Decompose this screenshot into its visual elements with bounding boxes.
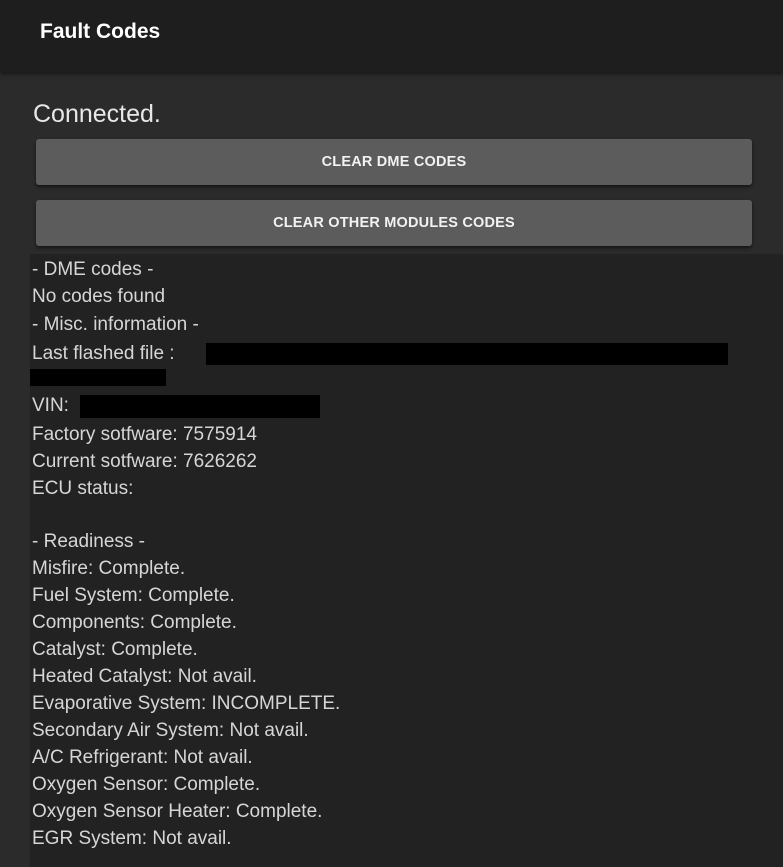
clear-dme-codes-button[interactable]: CLEAR DME CODES xyxy=(36,139,752,185)
no-codes-text: No codes found xyxy=(32,286,166,307)
readiness-item: Catalyst: Complete. xyxy=(32,639,198,660)
readiness-item: A/C Refrigerant: Not avail. xyxy=(32,747,253,768)
readiness-item: Components: Complete. xyxy=(32,612,237,633)
readiness-item: Evaporative System: INCOMPLETE. xyxy=(32,693,341,714)
readiness-item: Oxygen Sensor: Complete. xyxy=(32,774,261,795)
readiness-item: Oxygen Sensor Heater: Complete. xyxy=(32,801,323,822)
readiness-header: - Readiness - xyxy=(32,531,145,552)
vin-label: VIN: xyxy=(32,395,69,416)
codes-output-panel[interactable]: - DME codes - No codes found - Misc. inf… xyxy=(30,254,783,867)
page-title: Fault Codes xyxy=(40,20,161,43)
last-flashed-label: Last flashed file : xyxy=(32,343,175,364)
redacted-filename-continuation-box xyxy=(30,369,166,386)
connection-status: Connected. xyxy=(33,100,161,128)
readiness-item: Misfire: Complete. xyxy=(32,558,186,579)
misc-info-header: - Misc. information - xyxy=(32,314,199,335)
redacted-vin-box xyxy=(80,395,320,418)
readiness-item: Secondary Air System: Not avail. xyxy=(32,720,309,741)
redacted-filename-box xyxy=(206,343,728,365)
app-bar: Fault Codes xyxy=(0,0,783,72)
readiness-item: EGR System: Not avail. xyxy=(32,828,232,849)
ecu-status-text: ECU status: xyxy=(32,478,134,499)
clear-other-modules-codes-button[interactable]: CLEAR OTHER MODULES CODES xyxy=(36,200,752,246)
current-software-text: Current sotfware: 7626262 xyxy=(32,451,257,472)
readiness-item: Fuel System: Complete. xyxy=(32,585,235,606)
readiness-item: Heated Catalyst: Not avail. xyxy=(32,666,257,687)
dme-codes-header: - DME codes - xyxy=(32,259,154,280)
fault-codes-screen: Fault Codes Connected. CLEAR DME CODES C… xyxy=(0,0,783,867)
factory-software-text: Factory sotfware: 7575914 xyxy=(32,424,257,445)
